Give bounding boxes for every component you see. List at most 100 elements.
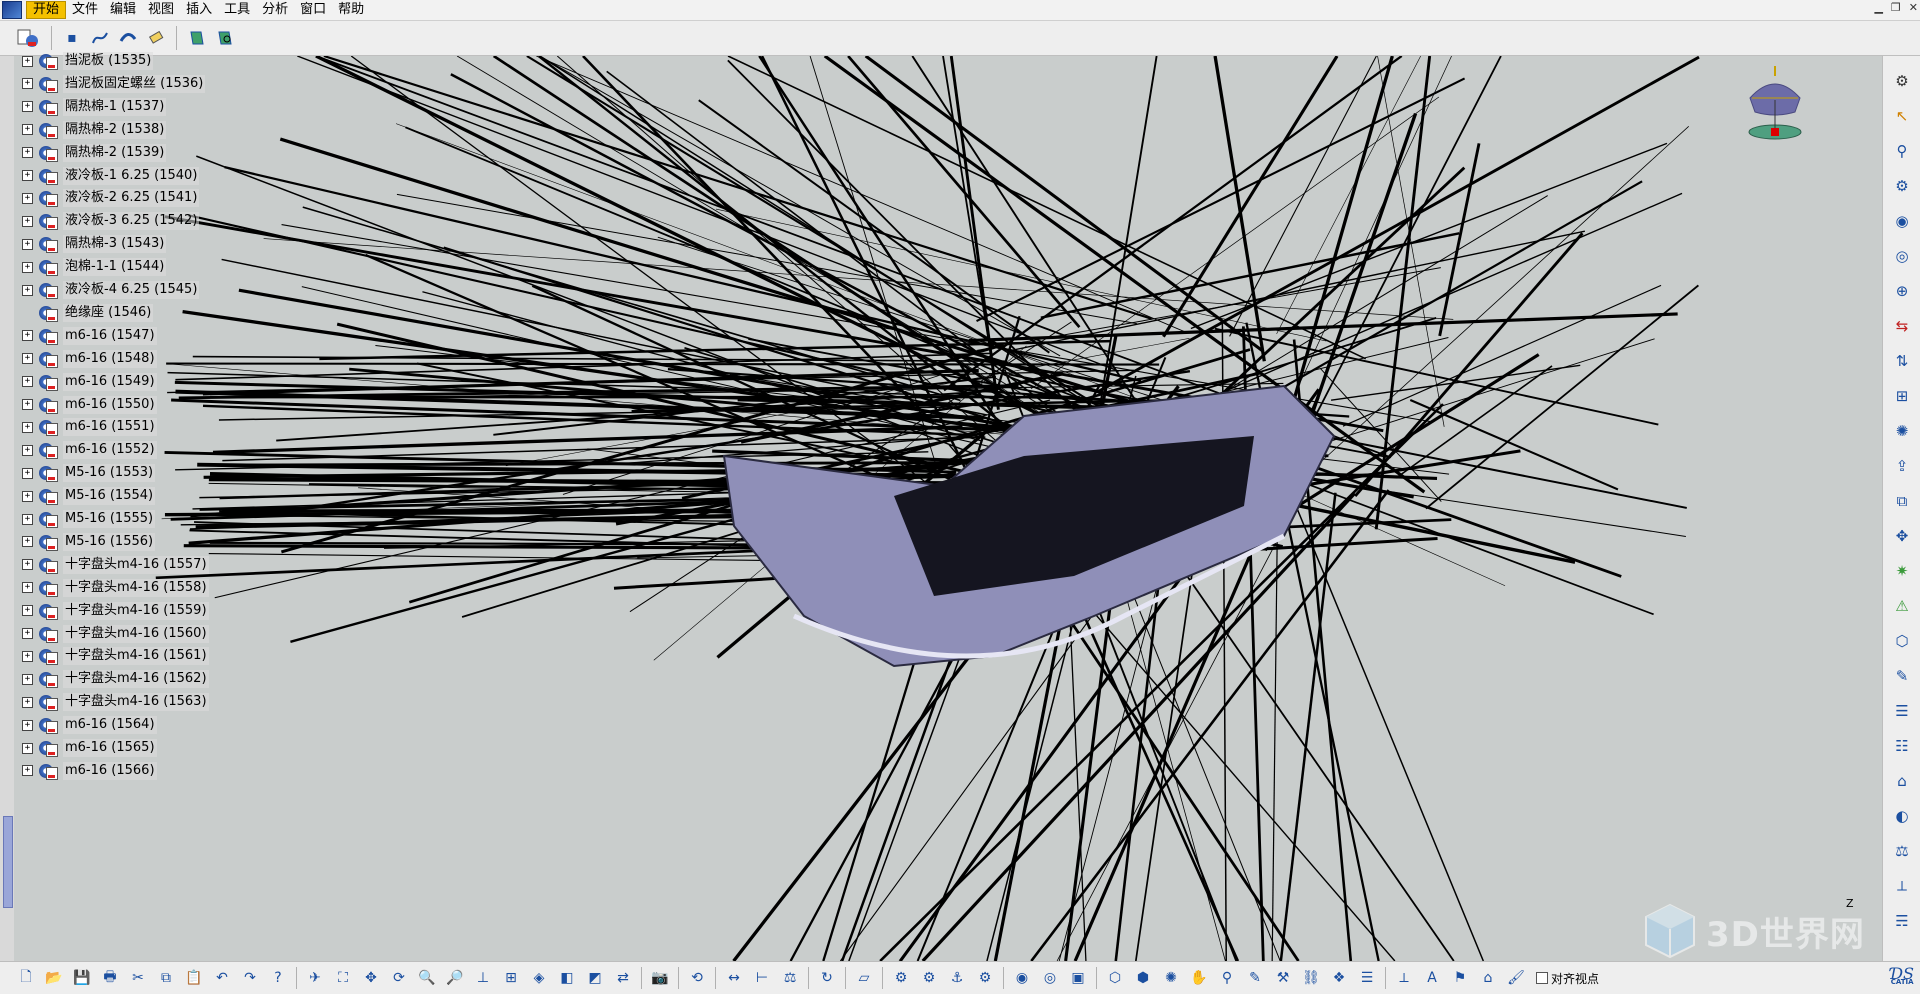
- tree-node-label[interactable]: 液冷板-1 6.25 (1540): [63, 167, 199, 185]
- capture-icon[interactable]: 📷: [648, 966, 672, 990]
- update-icon[interactable]: ⟲: [685, 966, 709, 990]
- tree-node[interactable]: +M5-16 (1554): [14, 485, 155, 507]
- tree-node[interactable]: +十字盘头m4-16 (1563): [14, 691, 209, 713]
- tree-node-label[interactable]: 挡泥板 (1535): [63, 52, 153, 70]
- view-icon[interactable]: ⌂: [1476, 966, 1500, 990]
- menu-analysis[interactable]: 分析: [256, 1, 294, 19]
- expand-icon[interactable]: +: [22, 216, 33, 227]
- hide-show-icon[interactable]: ◩: [583, 966, 607, 990]
- tree-node-label[interactable]: 隔热棉-3 (1543): [63, 235, 166, 253]
- section-icon[interactable]: ⬡: [1891, 630, 1913, 652]
- paint-icon[interactable]: 🖌: [1504, 966, 1528, 990]
- tree-node-label[interactable]: 隔热棉-2 (1538): [63, 121, 166, 139]
- menu-insert[interactable]: 插入: [180, 1, 218, 19]
- clash-icon[interactable]: ⚠: [1891, 595, 1913, 617]
- snap-icon[interactable]: ⚲: [1891, 140, 1913, 162]
- tree-node-label[interactable]: 隔热棉-2 (1539): [63, 144, 166, 162]
- flag-icon[interactable]: ⚑: [1448, 966, 1472, 990]
- tree-node-label[interactable]: m6-16 (1566): [63, 762, 157, 780]
- expand-icon[interactable]: +: [22, 147, 33, 158]
- tree-node-label[interactable]: m6-16 (1565): [63, 739, 157, 757]
- expand-icon[interactable]: +: [22, 56, 33, 67]
- tree-node-label[interactable]: 液冷板-3 6.25 (1542): [63, 212, 199, 230]
- tree-node[interactable]: +m6-16 (1550): [14, 394, 157, 416]
- expand-icon[interactable]: +: [22, 78, 33, 89]
- tree-node[interactable]: +隔热棉-3 (1543): [14, 233, 166, 255]
- section-icon[interactable]: ⬡: [1103, 966, 1127, 990]
- new-icon[interactable]: 🗋: [14, 966, 38, 990]
- catalog-icon[interactable]: [186, 27, 208, 49]
- tree-node-label[interactable]: M5-16 (1556): [63, 533, 155, 551]
- align-view-checkbox[interactable]: 对齐视点: [1536, 970, 1599, 987]
- menu-start[interactable]: 开始: [26, 1, 66, 19]
- measure-icon[interactable]: ⟂: [1891, 875, 1913, 897]
- menu-window[interactable]: 窗口: [294, 1, 332, 19]
- snap-icon[interactable]: ⚲: [1215, 966, 1239, 990]
- print-icon[interactable]: 🖶: [98, 966, 122, 990]
- reorder-icon[interactable]: ⇅: [1891, 350, 1913, 372]
- normal-view-icon[interactable]: ⊥: [471, 966, 495, 990]
- expand-icon[interactable]: +: [22, 651, 33, 662]
- shading-icon[interactable]: ◧: [555, 966, 579, 990]
- scrollbar-thumb[interactable]: [3, 816, 13, 908]
- expand-icon[interactable]: +: [22, 697, 33, 708]
- link-icon[interactable]: ⛓: [1299, 966, 1323, 990]
- tree-node[interactable]: 绝缘座 (1546): [14, 302, 153, 324]
- expand-icon[interactable]: +: [22, 491, 33, 502]
- tree-node-label[interactable]: m6-16 (1552): [63, 441, 157, 459]
- tree-node[interactable]: + 隔热棉-2 (1538): [14, 119, 166, 141]
- tree-node[interactable]: + 挡泥板 (1535): [14, 50, 153, 72]
- tree-node[interactable]: +m6-16 (1564): [14, 714, 157, 736]
- expand-icon[interactable]: +: [22, 101, 33, 112]
- select-icon[interactable]: ↖: [1891, 105, 1913, 127]
- offset-icon[interactable]: ⚙: [973, 966, 997, 990]
- tree-node[interactable]: +m6-16 (1548): [14, 348, 157, 370]
- replace-icon[interactable]: ⇆: [1891, 315, 1913, 337]
- tree-node-label[interactable]: 液冷板-2 6.25 (1541): [63, 189, 199, 207]
- expand-icon[interactable]: +: [22, 445, 33, 456]
- whats-this-icon[interactable]: ?: [266, 966, 290, 990]
- clash-icon[interactable]: ⬢: [1131, 966, 1155, 990]
- explode-icon[interactable]: ✷: [1891, 560, 1913, 582]
- tree-node-label[interactable]: M5-16 (1553): [63, 464, 155, 482]
- render-icon[interactable]: ◐: [1891, 805, 1913, 827]
- menu-edit[interactable]: 编辑: [104, 1, 142, 19]
- text-icon[interactable]: A: [1420, 966, 1444, 990]
- tree-node-label[interactable]: 泡棉-1-1 (1544): [63, 258, 166, 276]
- product-icon[interactable]: [14, 27, 42, 49]
- tree-node[interactable]: +M5-16 (1556): [14, 531, 155, 553]
- expand-icon[interactable]: +: [22, 743, 33, 754]
- eraser-icon[interactable]: [145, 27, 167, 49]
- measure-item-icon[interactable]: ⊢: [750, 966, 774, 990]
- tree-node-label[interactable]: M5-16 (1555): [63, 510, 155, 528]
- publish-icon[interactable]: ⇪: [1891, 455, 1913, 477]
- tree-node-label[interactable]: 十字盘头m4-16 (1560): [63, 625, 209, 643]
- annotation-icon[interactable]: ✎: [1891, 665, 1913, 687]
- bom-icon[interactable]: ☷: [1891, 735, 1913, 757]
- expand-icon[interactable]: +: [22, 124, 33, 135]
- insert-icon[interactable]: ⊕: [1891, 280, 1913, 302]
- tree-node-label[interactable]: m6-16 (1550): [63, 396, 157, 414]
- checkbox-icon[interactable]: [1536, 972, 1548, 984]
- component-icon[interactable]: ▣: [1066, 966, 1090, 990]
- expand-icon[interactable]: +: [22, 422, 33, 433]
- 3d-viewport[interactable]: [14, 56, 1882, 961]
- tree-node[interactable]: +m6-16 (1547): [14, 325, 157, 347]
- part-icon[interactable]: ◎: [1038, 966, 1062, 990]
- expand-icon[interactable]: +: [22, 559, 33, 570]
- scene-icon[interactable]: ❖: [1327, 966, 1351, 990]
- point-icon[interactable]: ▪: [61, 27, 83, 49]
- multi-instance-icon[interactable]: ⧉: [1891, 490, 1913, 512]
- undo-icon[interactable]: ↶: [210, 966, 234, 990]
- tree-node[interactable]: +M5-16 (1555): [14, 508, 155, 530]
- zoom-in-icon[interactable]: 🔍: [415, 966, 439, 990]
- rotate-icon[interactable]: ⟳: [387, 966, 411, 990]
- tree-node[interactable]: +十字盘头m4-16 (1561): [14, 645, 209, 667]
- expand-icon[interactable]: +: [22, 376, 33, 387]
- iso-view-icon[interactable]: ◈: [527, 966, 551, 990]
- save-icon[interactable]: 💾: [70, 966, 94, 990]
- expand-icon[interactable]: +: [22, 170, 33, 181]
- tree-node[interactable]: +十字盘头m4-16 (1559): [14, 600, 209, 622]
- tree-node[interactable]: +十字盘头m4-16 (1560): [14, 623, 209, 645]
- menu-help[interactable]: 帮助: [332, 1, 370, 19]
